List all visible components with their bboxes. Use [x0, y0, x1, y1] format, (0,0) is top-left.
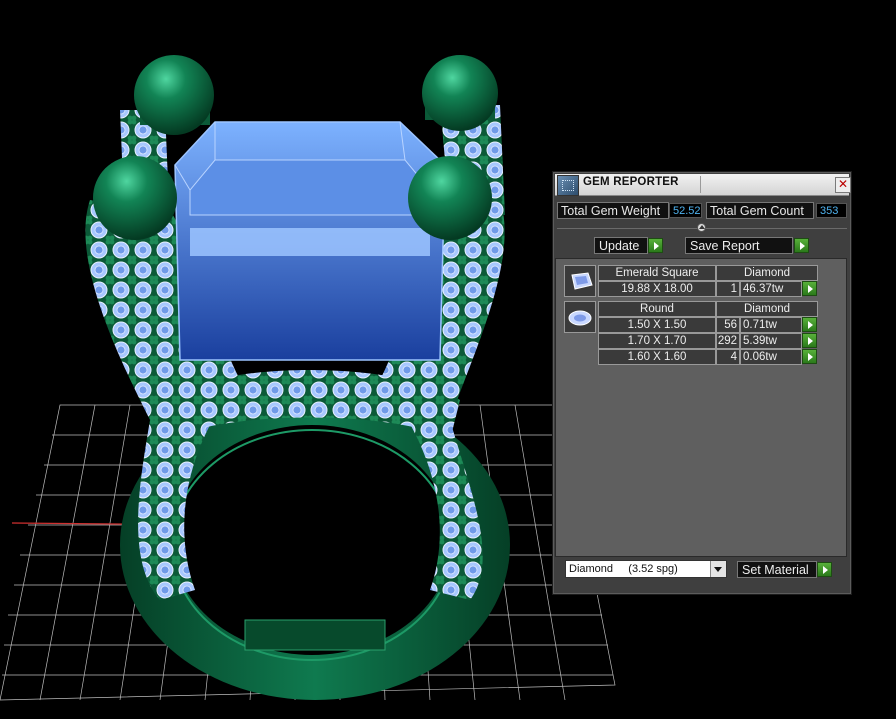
gem-count: 1: [716, 281, 740, 297]
group-shape-label: Emerald Square: [598, 265, 716, 281]
gem-weight: 46.37tw: [740, 281, 802, 297]
gem-count: 4: [716, 349, 740, 365]
row-go-arrow-icon[interactable]: [802, 281, 817, 296]
gem-weight: 5.39tw: [740, 333, 802, 349]
row-go-arrow-icon[interactable]: [802, 317, 817, 332]
material-select-value: Diamond (3.52 spg): [569, 563, 678, 575]
save-report-button[interactable]: Save Report: [685, 237, 793, 254]
gem-reporter-app-icon: [557, 175, 579, 196]
material-select[interactable]: Diamond (3.52 spg): [565, 560, 727, 578]
center-emerald-gem: [174, 121, 446, 361]
total-gem-weight-value: 52.52: [669, 203, 702, 218]
gem-size: 1.70 X 1.70: [598, 333, 716, 349]
report-list[interactable]: Emerald Square Diamond 19.88 X 18.00 1 4…: [555, 258, 847, 557]
row-go-arrow-icon[interactable]: [802, 349, 817, 364]
gem-size: 19.88 X 18.00: [598, 281, 716, 297]
group-material-label: Diamond: [716, 301, 818, 317]
total-gem-weight-label: Total Gem Weight: [557, 202, 669, 219]
gem-reporter-panel: GEM REPORTER ✕ Total Gem Weight 52.52 To…: [552, 171, 852, 595]
gem-weight: 0.06tw: [740, 349, 802, 365]
total-gem-count-label: Total Gem Count: [706, 202, 814, 219]
emerald-cut-gem-icon: [564, 265, 596, 297]
gem-count: 56: [716, 317, 740, 333]
panel-title: GEM REPORTER: [583, 176, 679, 188]
update-button[interactable]: Update: [594, 237, 648, 254]
group-material-label: Diamond: [716, 265, 818, 281]
gem-weight: 0.71tw: [740, 317, 802, 333]
total-gem-count-value: 353: [816, 203, 847, 218]
round-gem-icon: [564, 301, 596, 333]
save-report-go-arrow-icon[interactable]: [794, 238, 809, 253]
gem-count: 292: [716, 333, 740, 349]
gem-size: 1.50 X 1.50: [598, 317, 716, 333]
gem-size: 1.60 X 1.60: [598, 349, 716, 365]
set-material-go-arrow-icon[interactable]: [817, 562, 832, 577]
panel-titlebar[interactable]: GEM REPORTER ✕: [555, 174, 851, 196]
splitter-handle-icon[interactable]: [697, 223, 706, 232]
titlebar-separator: [700, 176, 701, 193]
group-shape-label: Round: [598, 301, 716, 317]
set-material-button[interactable]: Set Material: [737, 561, 817, 578]
update-go-arrow-icon[interactable]: [648, 238, 663, 253]
row-go-arrow-icon[interactable]: [802, 333, 817, 348]
chevron-down-icon[interactable]: [710, 561, 726, 577]
close-button[interactable]: ✕: [835, 177, 851, 193]
